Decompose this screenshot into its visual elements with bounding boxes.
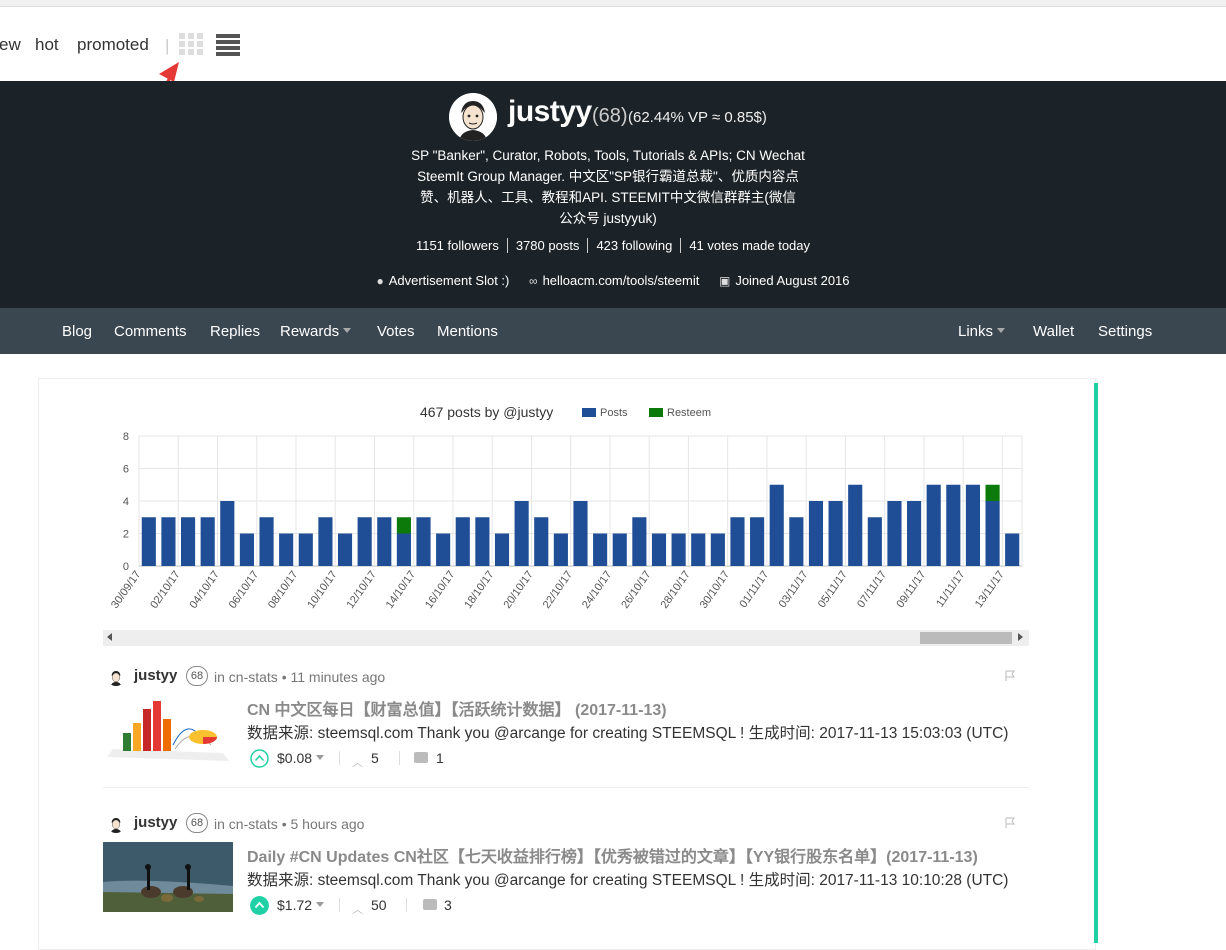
author-reputation: 68 (186, 813, 208, 833)
legend-swatch (582, 408, 596, 417)
upvote-icon[interactable] (250, 749, 269, 768)
location-text: Advertisement Slot :) (388, 273, 510, 288)
post-category-time[interactable]: in cn-stats • 5 hours ago (214, 816, 364, 832)
profile-about: SP "Banker", Curator, Robots, Tools, Tut… (396, 145, 820, 229)
chart-title: 467 posts by @justyy (420, 404, 554, 420)
post-item[interactable]: justyy 68 in cn-stats • 5 hours ago Dail… (103, 803, 1029, 943)
accent-bar (1094, 383, 1098, 943)
browser-top-edge (0, 0, 1226, 7)
post-divider (103, 787, 1029, 788)
payout-value: $0.08 (277, 750, 313, 766)
divider (339, 751, 340, 765)
votes-icon: ︿ (352, 757, 363, 769)
legend-posts[interactable]: Posts (582, 407, 628, 419)
nav-settings[interactable]: Settings (1098, 323, 1152, 340)
post-summary[interactable]: 数据来源: steemsql.com Thank you @arcange fo… (247, 721, 1027, 743)
nav-mentions[interactable]: Mentions (437, 323, 498, 340)
flag-icon[interactable] (1004, 670, 1016, 682)
tab-hot[interactable]: hot (35, 35, 59, 55)
nav-links[interactable]: Links (958, 323, 1006, 340)
votes-today: 41 votes made today (680, 238, 818, 253)
nav-rewards[interactable]: Rewards (280, 323, 352, 340)
calendar-icon: ▣ (718, 274, 731, 288)
link-icon: ∞ (529, 274, 538, 288)
post-payout[interactable]: $1.72 (277, 897, 325, 913)
author-reputation: 68 (186, 666, 208, 686)
chevron-down-icon (997, 328, 1006, 333)
votes-icon: ︿ (352, 904, 363, 916)
comment-icon[interactable] (423, 899, 437, 910)
nav-comments[interactable]: Comments (114, 323, 187, 340)
scroll-thumb[interactable] (920, 632, 1012, 644)
joined-text: Joined August 2016 (735, 273, 850, 288)
list-view-icon[interactable] (216, 34, 240, 56)
tab-separator: | (165, 36, 170, 55)
post-summary[interactable]: 数据来源: steemsql.com Thank you @arcange fo… (247, 868, 1027, 890)
flag-icon[interactable] (1004, 817, 1016, 829)
chart-scrollbar[interactable] (103, 630, 1029, 646)
profile-stats: 1151 followers 3780 posts 423 following 41 … (0, 238, 1226, 253)
post-title[interactable]: CN 中文区每日【财富总值】【活跃统计数据】 (2017-11-13) (247, 696, 667, 720)
avatar[interactable] (107, 668, 125, 686)
location-item: ● Advertisement Slot :) (376, 273, 509, 288)
post-payout[interactable]: $0.08 (277, 750, 325, 766)
post-title[interactable]: Daily #CN Updates CN社区【七天收益排行榜】【优秀被错过的文章… (247, 843, 978, 867)
location-icon: ● (376, 274, 384, 288)
about-line: 公众号 justyyuk) (559, 211, 657, 226)
chevron-down-icon (316, 902, 325, 907)
website-item[interactable]: ∞ helloacm.com/tools/steemit (529, 273, 699, 288)
legend-swatch (649, 408, 663, 417)
scroll-left-icon[interactable] (107, 633, 112, 641)
post-author[interactable]: justyy (134, 814, 177, 831)
profile-username: justyy (508, 95, 592, 128)
nav-blog[interactable]: Blog (62, 323, 92, 340)
followers-count[interactable]: 1151 followers (408, 238, 507, 253)
post-thumbnail[interactable] (103, 842, 233, 912)
legend-resteem[interactable]: Resteem (649, 407, 711, 419)
profile-reputation: (68) (592, 105, 628, 127)
nav-wallet[interactable]: Wallet (1033, 323, 1074, 340)
comment-icon[interactable] (414, 752, 428, 763)
nav-links-label: Links (958, 323, 994, 340)
comment-count[interactable]: 3 (444, 897, 452, 913)
divider (406, 898, 407, 912)
about-line: SP "Banker", Curator, Robots, Tools, Tut… (411, 148, 805, 163)
following-count[interactable]: 423 following (587, 238, 680, 253)
joined-item: ▣ Joined August 2016 (719, 273, 850, 288)
legend-label: Resteem (667, 407, 712, 419)
profile-sub-nav: Blog Comments Replies Rewards Votes Ment… (0, 308, 1226, 354)
about-line: SteemIt Group Manager. 中文区"SP银行霸道总裁"、优质内… (417, 169, 799, 184)
comment-count[interactable]: 1 (436, 750, 444, 766)
grid-view-icon[interactable] (179, 33, 203, 55)
nav-votes[interactable]: Votes (377, 323, 415, 340)
legend-label: Posts (600, 407, 628, 419)
chevron-down-icon (343, 328, 352, 333)
about-line: 赞、机器人、工具、教程和API. STEEMIT中文微信群群主(微信 (420, 190, 796, 205)
chevron-down-icon (316, 755, 325, 760)
upvote-icon[interactable] (250, 896, 269, 915)
avatar[interactable] (449, 93, 497, 141)
website-link[interactable]: helloacm.com/tools/steemit (543, 273, 700, 288)
payout-value: $1.72 (277, 897, 313, 913)
nav-rewards-label: Rewards (280, 323, 340, 340)
posts-count[interactable]: 3780 posts (506, 238, 588, 253)
divider (339, 898, 340, 912)
divider (399, 751, 400, 765)
scroll-right-icon[interactable] (1018, 633, 1023, 641)
vote-count[interactable]: 5 (371, 750, 379, 766)
voting-power: (62.44% VP ≈ 0.85$) (628, 109, 767, 126)
post-item[interactable]: justyy 68 in cn-stats • 11 minutes ago C… (103, 656, 1029, 796)
nav-replies[interactable]: Replies (210, 323, 260, 340)
post-author[interactable]: justyy (134, 667, 177, 684)
avatar[interactable] (107, 815, 125, 833)
post-thumbnail[interactable] (103, 695, 233, 765)
tab-promoted[interactable]: promoted (77, 35, 149, 55)
profile-meta: ● Advertisement Slot :) ∞ helloacm.com/too… (0, 273, 1226, 288)
post-category-time[interactable]: in cn-stats • 11 minutes ago (214, 669, 385, 685)
profile-header: justyy (68) (62.44% VP ≈ 0.85$) SP "Bank… (0, 81, 1226, 308)
tab-new[interactable]: ew (0, 35, 21, 55)
vote-count[interactable]: 50 (371, 897, 387, 913)
